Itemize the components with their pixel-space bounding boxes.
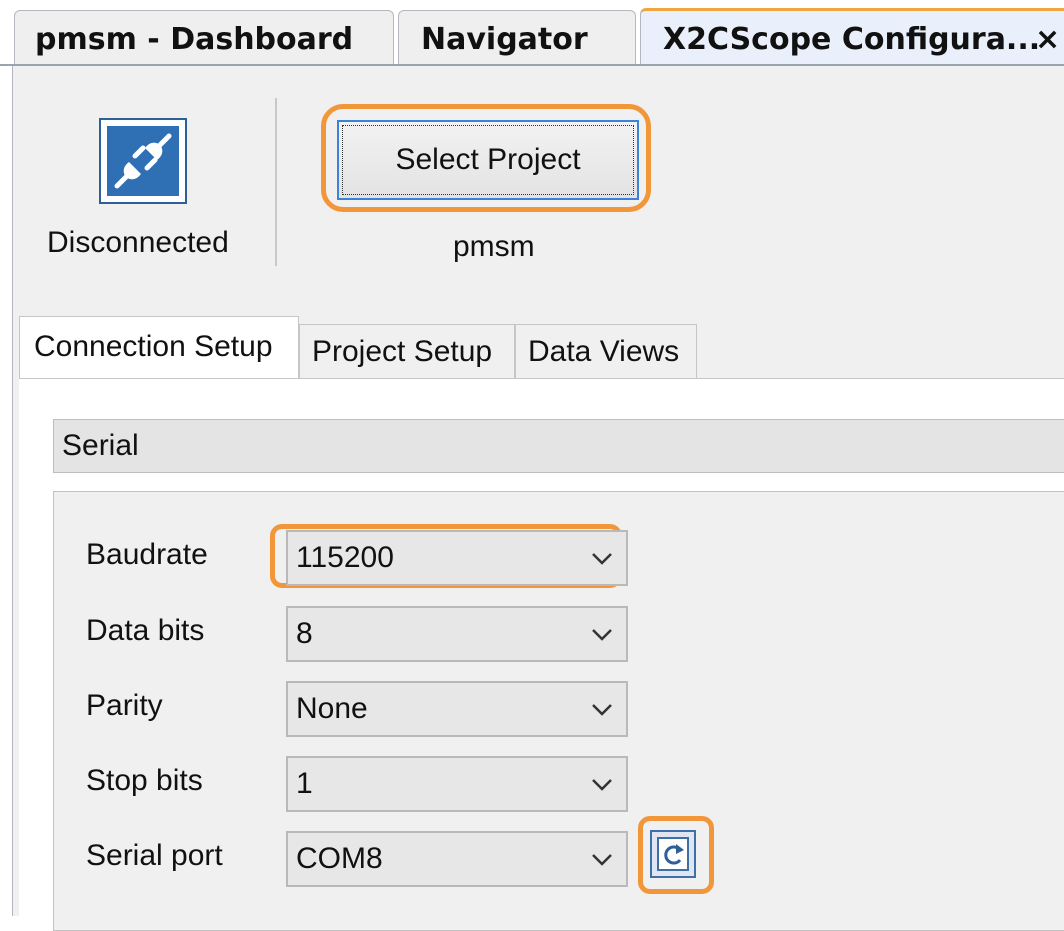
chevron-down-icon — [592, 779, 612, 791]
connection-setup-content: Serial Baudrate 115200 Data bits 8 Parit… — [19, 378, 1064, 931]
connection-status-button[interactable] — [99, 118, 187, 204]
tab-pmsm-dashboard[interactable]: pmsm - Dashboard — [14, 10, 394, 64]
tab-label: Navigator — [421, 22, 588, 57]
chevron-down-icon — [592, 854, 612, 866]
serial-port-select[interactable]: COM8 — [286, 831, 628, 887]
data-bits-select[interactable]: 8 — [286, 606, 628, 662]
tab-data-views[interactable]: Data Views — [515, 324, 697, 378]
tab-navigator[interactable]: Navigator — [398, 10, 636, 64]
disconnected-plug-icon — [107, 126, 179, 196]
chevron-down-icon — [592, 704, 612, 716]
parity-select[interactable]: None — [286, 681, 628, 737]
serial-port-value: COM8 — [296, 842, 383, 875]
serial-settings-form: Baudrate 115200 Data bits 8 Parity None … — [53, 491, 1064, 931]
document-tab-bar: pmsm - Dashboard Navigator X2CScope Conf… — [0, 0, 1064, 66]
chevron-down-icon — [592, 629, 612, 641]
data-bits-value: 8 — [296, 617, 313, 650]
project-name-text: pmsm — [453, 230, 535, 263]
tab-label: pmsm - Dashboard — [35, 22, 354, 57]
refresh-icon — [657, 837, 689, 871]
connection-type-header[interactable]: Serial — [53, 419, 1064, 473]
stop-bits-label: Stop bits — [86, 764, 203, 797]
close-icon[interactable]: × — [1035, 11, 1060, 66]
data-bits-label: Data bits — [86, 614, 205, 647]
refresh-ports-button[interactable] — [650, 830, 696, 878]
baudrate-value: 115200 — [296, 541, 394, 574]
tab-connection-setup[interactable]: Connection Setup — [19, 316, 299, 378]
serial-port-label: Serial port — [86, 839, 223, 872]
select-project-button[interactable]: Select Project — [337, 120, 639, 200]
tab-label: X2CScope Configura... — [663, 22, 1041, 57]
parity-value: None — [296, 692, 368, 725]
stop-bits-select[interactable]: 1 — [286, 756, 628, 812]
stop-bits-value: 1 — [296, 767, 313, 800]
toolbar-separator — [275, 98, 277, 266]
tab-x2cscope-configuration[interactable]: X2CScope Configura... × — [640, 8, 1064, 66]
parity-label: Parity — [86, 689, 163, 722]
connection-status-label: Disconnected — [47, 226, 229, 259]
configuration-tab-bar: Connection Setup Project Setup Data View… — [19, 316, 1064, 378]
chevron-down-icon — [592, 553, 612, 565]
tab-project-setup[interactable]: Project Setup — [299, 324, 515, 378]
x2cscope-configuration-panel: Disconnected Select Project pmsm Connect… — [12, 66, 1064, 931]
baudrate-select[interactable]: 115200 — [286, 530, 628, 586]
baudrate-label: Baudrate — [86, 538, 208, 571]
